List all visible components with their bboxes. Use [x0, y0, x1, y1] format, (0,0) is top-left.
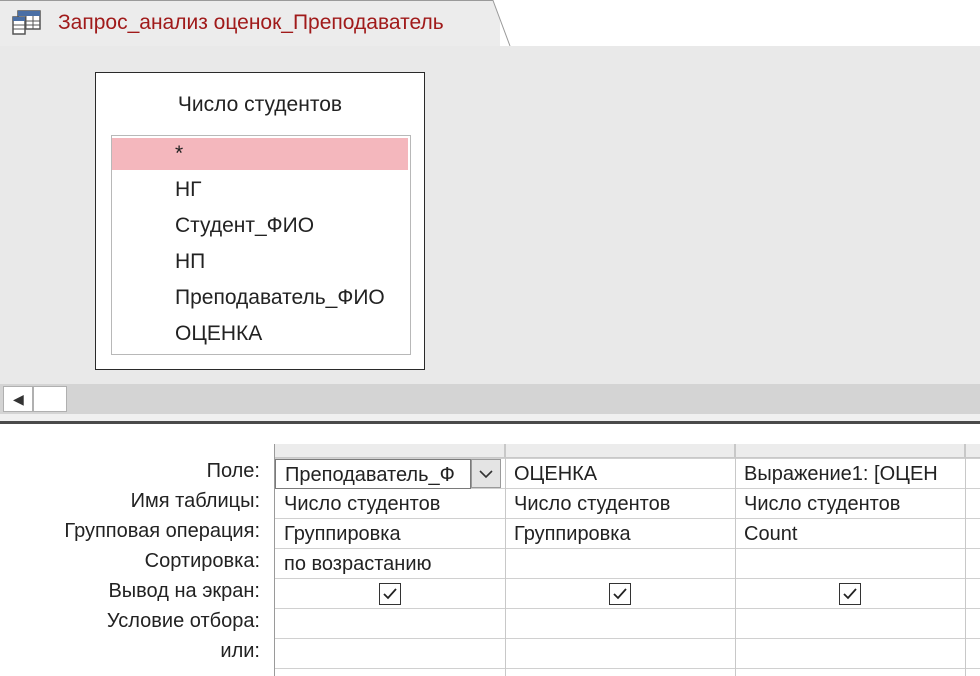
scroll-left-button[interactable]: ◀ [3, 386, 33, 412]
column-selector-2[interactable] [505, 444, 735, 458]
show-checkbox-2[interactable] [609, 583, 631, 605]
column-selector-3[interactable] [735, 444, 965, 458]
field-list[interactable]: * НГ Студент_ФИО НП Преподаватель_ФИО ОЦ… [111, 135, 411, 355]
query-table-icon [12, 10, 42, 36]
row-label-or: или: [220, 640, 260, 662]
field-dropdown-button[interactable] [471, 459, 501, 488]
grid-line [275, 608, 980, 609]
document-tab-bar: Запрос_анализ оценок_Преподаватель [0, 0, 980, 47]
row-label-sort: Сортировка: [144, 550, 260, 572]
cell-sort-3[interactable] [735, 549, 965, 579]
row-label-show: Вывод на экран: [108, 580, 260, 602]
show-checkbox-1[interactable] [379, 583, 401, 605]
triangle-left-icon: ◀ [13, 391, 24, 407]
cell-total-3[interactable]: Count [735, 519, 965, 549]
tab-title[interactable]: Запрос_анализ оценок_Преподаватель [58, 11, 444, 35]
show-checkbox-3[interactable] [839, 583, 861, 605]
grid-line [275, 638, 980, 639]
grid-line [965, 444, 966, 676]
cell-table-1[interactable]: Число студентов [275, 489, 505, 519]
cell-field-2[interactable]: ОЦЕНКА [505, 459, 735, 489]
field-item-grade[interactable]: ОЦЕНКА [112, 318, 408, 350]
chevron-down-icon [479, 470, 493, 479]
column-selector-4[interactable] [965, 444, 980, 458]
cell-field-1[interactable]: Преподаватель_Ф [275, 459, 471, 489]
checkmark-icon [383, 588, 397, 600]
design-horizontal-scrollbar[interactable]: ◀ [0, 384, 980, 414]
field-item-teacher-fio[interactable]: Преподаватель_ФИО [112, 282, 408, 314]
query-design-pane: Число студентов * НГ Студент_ФИО НП Преп… [0, 46, 980, 384]
field-item-ng[interactable]: НГ [112, 174, 408, 206]
cell-field-3[interactable]: Выражение1: [ОЦЕН [735, 459, 965, 489]
field-item-np[interactable]: НП [112, 246, 408, 278]
cell-table-2[interactable]: Число студентов [505, 489, 735, 519]
column-selector-1[interactable] [275, 444, 505, 458]
row-label-field: Поле: [206, 460, 260, 482]
field-item-student-fio[interactable]: Студент_ФИО [112, 210, 408, 242]
checkmark-icon [843, 588, 857, 600]
grid-line [275, 668, 980, 669]
row-label-table: Имя таблицы: [130, 490, 260, 512]
cell-sort-2[interactable] [505, 549, 735, 579]
row-label-total: Групповая операция: [64, 520, 260, 542]
qbe-grid: Преподаватель_Ф Число студентов Группиро… [274, 444, 980, 676]
checkmark-icon [613, 588, 627, 600]
field-item-all[interactable]: * [112, 138, 408, 170]
cell-total-1[interactable]: Группировка [275, 519, 505, 549]
cell-sort-1[interactable]: по возрастанию [275, 549, 505, 579]
row-label-criteria: Условие отбора: [106, 610, 260, 632]
cell-table-3[interactable]: Число студентов [735, 489, 965, 519]
scroll-thumb[interactable] [33, 386, 67, 412]
field-list-title[interactable]: Число студентов [96, 93, 424, 117]
query-grid-pane: Поле: Имя таблицы: Групповая операция: С… [0, 424, 980, 676]
cell-total-2[interactable]: Группировка [505, 519, 735, 549]
field-list-window[interactable]: Число студентов * НГ Студент_ФИО НП Преп… [95, 72, 425, 370]
